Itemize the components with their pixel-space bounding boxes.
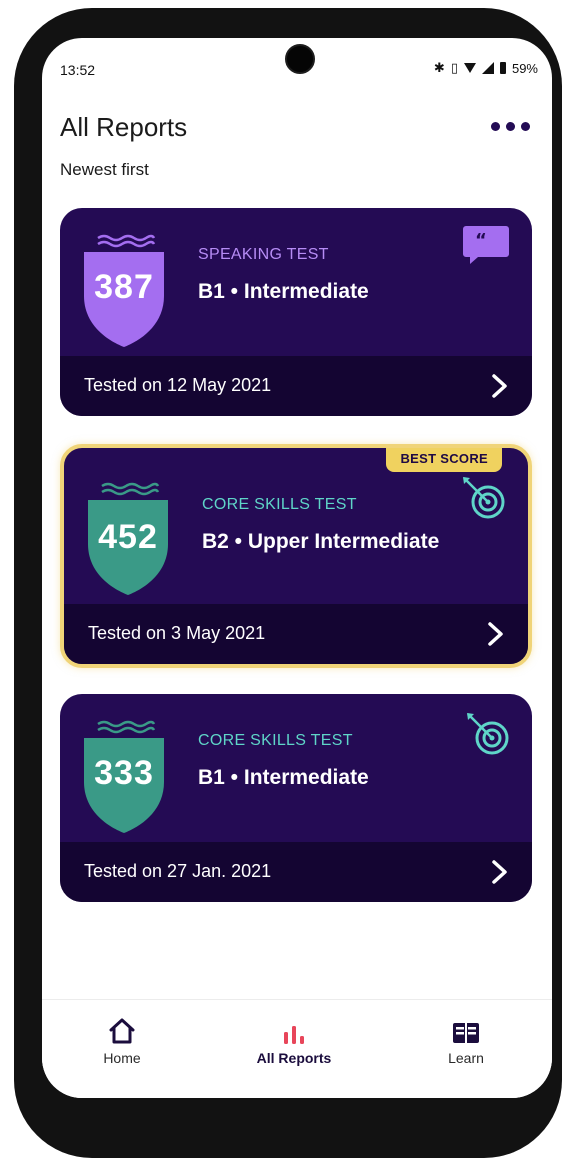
nav-label-home: Home <box>103 1050 141 1066</box>
status-time: 13:52 <box>60 62 96 78</box>
score-value: 452 <box>98 518 158 556</box>
more-options-button[interactable] <box>491 122 530 131</box>
status-icons: ✱ ▯ 59% <box>434 60 538 76</box>
chevron-right-icon[interactable] <box>488 373 510 399</box>
vibrate-icon: ▯ <box>450 60 458 75</box>
front-camera <box>285 44 315 74</box>
nav-item-all-reports[interactable]: All Reports <box>234 1016 354 1066</box>
more-horizontal-icon <box>491 122 500 131</box>
tested-date: Tested on 12 May 2021 <box>84 375 272 395</box>
cefr-level: B1 • Intermediate <box>198 280 369 303</box>
test-type-label: SPEAKING TEST <box>198 246 329 263</box>
report-card-best[interactable]: BEST SCORE 452 CORE SKILLS TEST B2 • Upp… <box>60 444 532 668</box>
best-score-badge: BEST SCORE <box>386 448 502 472</box>
test-type-label: CORE SKILLS TEST <box>198 732 353 749</box>
score-value: 387 <box>94 268 154 306</box>
book-icon <box>406 1016 526 1044</box>
page-title: All Reports <box>60 112 188 142</box>
score-value: 333 <box>94 754 154 792</box>
report-card[interactable]: 387 SPEAKING TEST B1 • Intermediate “ Te… <box>60 208 532 416</box>
sort-label[interactable]: Newest first <box>60 160 149 180</box>
battery-percent: 59% <box>511 60 538 76</box>
test-type-label: CORE SKILLS TEST <box>202 496 357 513</box>
nav-item-learn[interactable]: Learn <box>406 1016 526 1066</box>
app-screen: 13:52 ✱ ▯ 59% All Reports Newest first 3… <box>42 38 552 1098</box>
nav-item-home[interactable]: Home <box>62 1016 182 1066</box>
chevron-right-icon[interactable] <box>488 859 510 885</box>
svg-text:“: “ <box>475 230 487 251</box>
nav-label-all-reports: All Reports <box>256 1050 332 1066</box>
chevron-right-icon[interactable] <box>484 621 506 647</box>
card-footer: Tested on 12 May 2021 <box>60 356 532 416</box>
report-card[interactable]: 333 CORE SKILLS TEST B1 • Intermediate T… <box>60 694 532 902</box>
signal-icon <box>481 62 494 74</box>
target-icon <box>467 713 509 755</box>
battery-icon <box>499 62 506 74</box>
card-footer: Tested on 3 May 2021 <box>64 604 528 664</box>
tested-date: Tested on 3 May 2021 <box>88 623 266 643</box>
tested-date: Tested on 27 Jan. 2021 <box>84 861 272 881</box>
nav-label-learn: Learn <box>448 1050 484 1066</box>
bar-chart-icon <box>234 1016 354 1044</box>
bluetooth-icon: ✱ <box>433 60 445 75</box>
speech-bubble-icon: “ <box>463 226 509 264</box>
bottom-nav: Home All Reports Learn <box>42 999 552 1098</box>
card-footer: Tested on 27 Jan. 2021 <box>60 842 532 902</box>
cefr-level: B1 • Intermediate <box>198 766 369 789</box>
target-icon <box>463 477 505 519</box>
home-icon <box>62 1016 182 1044</box>
wifi-icon <box>463 63 476 73</box>
cefr-level: B2 • Upper Intermediate <box>202 530 440 553</box>
